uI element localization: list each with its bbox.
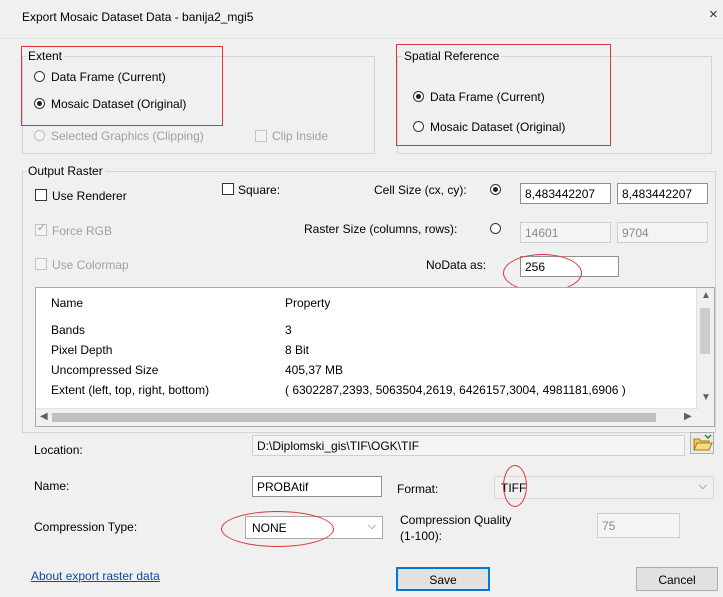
save-button[interactable]: Save [396, 567, 490, 591]
extent-selected-graphics-radio[interactable] [34, 130, 45, 141]
properties-vertical-scrollbar[interactable]: ▲ ▼ [696, 288, 714, 409]
scroll-right-icon[interactable]: ▶ [684, 411, 692, 422]
square-checkbox[interactable] [222, 183, 234, 195]
cell-size-label: Cell Size (cx, cy): [374, 183, 467, 197]
dialog-title: Export Mosaic Dataset Data - banija2_mgi… [22, 10, 254, 24]
property-row-value: 405,37 MB [285, 363, 344, 377]
chevron-down-icon: ⌵ [698, 480, 707, 492]
location-label: Location: [34, 443, 83, 457]
properties-header-name[interactable]: Name [51, 296, 83, 310]
horizontal-scroll-thumb[interactable] [52, 413, 656, 422]
format-highlight-ellipse [503, 465, 527, 507]
open-folder-icon[interactable] [690, 432, 714, 454]
cancel-button[interactable]: Cancel [636, 567, 718, 591]
scrollbar-corner [697, 409, 714, 426]
vertical-scroll-thumb[interactable] [700, 308, 710, 354]
cell-size-cy-field[interactable]: 8,483442207 [617, 183, 708, 204]
clip-inside-checkbox[interactable] [255, 130, 267, 142]
format-label: Format: [397, 482, 439, 496]
extent-selected-graphics-label: Selected Graphics (Clipping) [51, 129, 204, 143]
properties-header-property[interactable]: Property [285, 296, 330, 310]
raster-columns-field[interactable]: 14601 [520, 222, 611, 243]
property-row-name: Bands [51, 323, 86, 337]
square-label: Square: [238, 183, 281, 197]
properties-horizontal-scrollbar[interactable]: ◀ ▶ [36, 408, 699, 426]
raster-rows-field[interactable]: 9704 [617, 222, 708, 243]
use-renderer-label: Use Renderer [52, 189, 127, 203]
force-rgb-check-mark: ✓ [37, 222, 47, 234]
scroll-up-icon[interactable]: ▲ [701, 290, 711, 301]
location-field[interactable]: D:\Diplomski_gis\TIF\OGK\TIF [252, 435, 685, 456]
force-rgb-label: Force RGB [52, 224, 113, 238]
cell-size-radio[interactable] [490, 184, 501, 195]
compression-quality-field[interactable]: 75 [597, 513, 680, 538]
use-colormap-checkbox[interactable] [35, 258, 47, 270]
scroll-down-icon[interactable]: ▼ [701, 392, 711, 403]
compression-highlight-ellipse [221, 511, 334, 547]
use-colormap-label: Use Colormap [52, 258, 129, 272]
chevron-down-icon: ⌵ [367, 520, 376, 532]
nodata-label: NoData as: [426, 258, 487, 272]
about-export-link[interactable]: About export raster data [31, 569, 160, 583]
output-raster-legend: Output Raster [26, 164, 105, 178]
extent-highlight-box [21, 46, 223, 126]
close-icon[interactable]: × [709, 6, 718, 23]
property-row-name: Uncompressed Size [51, 363, 159, 377]
scroll-left-icon[interactable]: ◀ [40, 411, 48, 422]
raster-size-label: Raster Size (columns, rows): [304, 222, 458, 236]
raster-properties-list[interactable]: Name Property Bands 3 Pixel Depth 8 Bit … [35, 287, 715, 427]
name-field[interactable]: PROBAtif [252, 476, 382, 497]
clip-inside-label: Clip Inside [272, 129, 329, 143]
property-row-value: 3 [285, 323, 292, 337]
name-label: Name: [34, 479, 70, 493]
property-row-value: ( 6302287,2393, 5063504,2619, 6426157,30… [285, 383, 626, 397]
property-row-name: Pixel Depth [51, 343, 113, 357]
use-renderer-checkbox[interactable] [35, 189, 47, 201]
spatial-reference-highlight-box [396, 44, 611, 146]
cell-size-cx-field[interactable]: 8,483442207 [520, 183, 611, 204]
compression-quality-label: Compression Quality [400, 513, 512, 527]
property-row-value: 8 Bit [285, 343, 310, 357]
title-separator [0, 38, 723, 39]
raster-size-radio[interactable] [490, 223, 501, 234]
compression-type-label: Compression Type: [34, 520, 138, 534]
format-select[interactable]: TIFF ⌵ [494, 476, 714, 499]
compression-quality-range-label: (1-100): [400, 529, 443, 543]
property-row-name: Extent (left, top, right, bottom) [51, 383, 210, 397]
